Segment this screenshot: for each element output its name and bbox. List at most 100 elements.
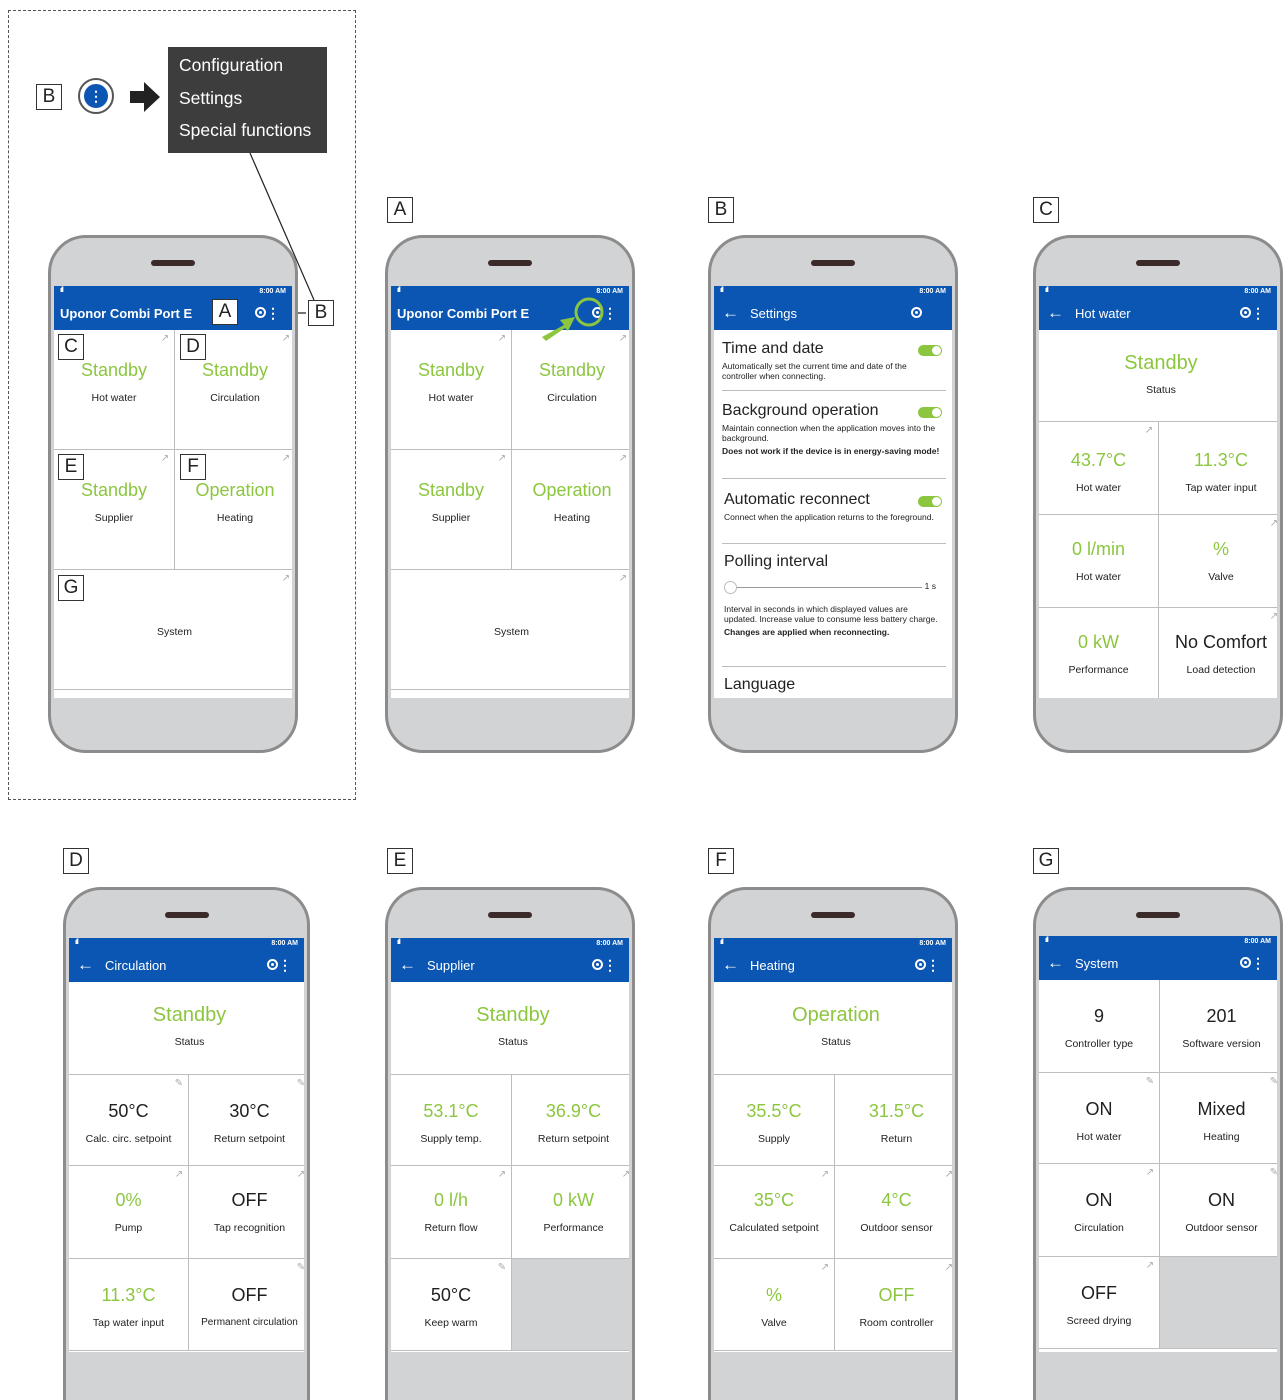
- tile-circulation[interactable]: ↗ Standby Circulation: [512, 330, 629, 450]
- tile-permanent-circulation[interactable]: ✎OFFPermanent circulation: [189, 1259, 304, 1351]
- more-vert-icon[interactable]: ⋮: [603, 956, 617, 974]
- tile-valve[interactable]: ↗%Valve: [714, 1259, 835, 1351]
- open-icon: ↗: [281, 573, 291, 584]
- tile-hot-water-flow: 0 l/min Hot water: [1039, 515, 1159, 608]
- tile-heating[interactable]: ↗ Operation Heating: [512, 450, 629, 570]
- open-icon: ↗: [1269, 612, 1277, 622]
- status-bar: ıll 8:00 AM: [714, 938, 952, 950]
- tile-hot-water[interactable]: ✎ ON Hot water: [1039, 1073, 1160, 1164]
- tile-return-setpoint[interactable]: ✎30°CReturn setpoint: [189, 1075, 304, 1166]
- signal-icon: ıll: [1045, 937, 1049, 944]
- status-bar: ıll 8:00 AM: [54, 286, 292, 298]
- toggle-time-and-date[interactable]: [918, 345, 942, 356]
- back-arrow-icon[interactable]: ←: [722, 303, 739, 323]
- back-arrow-icon[interactable]: ←: [1047, 953, 1064, 973]
- signal-icon: ıll: [397, 939, 401, 946]
- signal-icon: ıll: [720, 939, 724, 946]
- tile-hot-water[interactable]: ↗ Standby Hot water: [391, 330, 512, 450]
- tile-system[interactable]: ↗ System: [54, 570, 292, 690]
- phone-system: ıll 8:00 AM ← System ⋮ 9 Controller type 2…: [1033, 887, 1283, 1400]
- toggle-background-operation[interactable]: [918, 407, 942, 418]
- tile-supply: 35.5°C Supply: [714, 1075, 835, 1166]
- toggle-automatic-reconnect[interactable]: [918, 496, 942, 507]
- status-bar: ıll 8:00 AM: [1039, 936, 1277, 948]
- connect-icon[interactable]: [255, 307, 266, 318]
- panel-label-g: G: [1033, 848, 1059, 874]
- back-arrow-icon[interactable]: ←: [722, 955, 739, 975]
- back-arrow-icon[interactable]: ←: [399, 955, 416, 975]
- tile-load-detection[interactable]: ↗No ComfortLoad detection: [1159, 608, 1277, 698]
- setting-automatic-reconnect: Automatic reconnect Connect when the app…: [714, 491, 952, 522]
- callout-label-b: B: [308, 300, 334, 326]
- divider: [722, 666, 946, 667]
- open-icon: ↗: [497, 1169, 507, 1180]
- tile-performance[interactable]: ↗0 kWPerformance: [512, 1166, 629, 1259]
- tile-outdoor-sensor[interactable]: ✎ONOutdoor sensor: [1160, 1164, 1277, 1257]
- phone-supplier: ıll 8:00 AM ← Supplier ⋮ Standby Status 53…: [385, 887, 635, 1400]
- tile-circulation[interactable]: ↗ ON Circulation: [1039, 1164, 1160, 1257]
- tile-outdoor-sensor[interactable]: ↗4°COutdoor sensor: [835, 1166, 952, 1259]
- more-vert-icon[interactable]: ⋮: [278, 956, 292, 974]
- setting-language[interactable]: Language: [714, 676, 952, 694]
- connect-icon[interactable]: [911, 307, 922, 318]
- tile-calculated-setpoint[interactable]: ↗ 35°C Calculated setpoint: [714, 1166, 835, 1259]
- setting-background-operation: Background operation Maintain connection…: [714, 402, 952, 456]
- edit-icon: ✎: [174, 1078, 184, 1089]
- right-arrow-icon: [130, 82, 160, 112]
- app-bar: Uponor Combi Port E ⋮: [54, 298, 292, 330]
- empty-tile: [1160, 1257, 1277, 1349]
- app-bar: ← Hot water ⋮: [1039, 298, 1277, 330]
- open-icon: ↗: [1269, 519, 1277, 529]
- tile-screed-drying[interactable]: ↗ OFF Screed drying: [1039, 1257, 1160, 1349]
- connect-icon[interactable]: [267, 959, 278, 970]
- slider-thumb[interactable]: [724, 581, 737, 594]
- tile-return: 31.5°C Return: [835, 1075, 952, 1166]
- tile-hot-water-temp[interactable]: ↗ 43.7°C Hot water: [1039, 422, 1159, 515]
- connect-icon[interactable]: [915, 959, 926, 970]
- edit-icon: ✎: [1145, 1076, 1155, 1087]
- panel-label-d: D: [63, 848, 89, 874]
- tile-calc-circ-setpoint[interactable]: ✎ 50°C Calc. circ. setpoint: [69, 1075, 189, 1166]
- polling-slider[interactable]: 1 s: [724, 579, 942, 601]
- app-bar: ← Settings: [714, 298, 952, 330]
- callout-label-a: A: [212, 299, 238, 325]
- open-icon: ↗: [296, 1170, 304, 1180]
- phone-speaker: [488, 260, 532, 266]
- more-vert-icon[interactable]: ⋮: [1251, 954, 1265, 972]
- connect-icon[interactable]: [1240, 957, 1251, 968]
- tile-tap-recognition[interactable]: ↗OFFTap recognition: [189, 1166, 304, 1259]
- app-title: Uponor Combi Port E: [397, 306, 530, 321]
- highlight-arrow-icon: [542, 297, 604, 341]
- signal-icon: ıll: [75, 939, 79, 946]
- open-icon: ↗: [944, 1263, 952, 1273]
- menu-item-special-functions[interactable]: Special functions: [179, 118, 327, 151]
- open-icon: ↗: [281, 333, 291, 344]
- app-bar: ← Heating ⋮: [714, 950, 952, 982]
- menu-item-configuration[interactable]: Configuration: [179, 53, 327, 86]
- tile-keep-warm[interactable]: ✎ 50°C Keep warm: [391, 1259, 512, 1351]
- phone-hot-water: ıll 8:00 AM ← Hot water ⋮ Standby Status ↗…: [1033, 235, 1283, 753]
- signal-icon: ıll: [60, 287, 64, 294]
- tile-software-version: 201 Software version: [1160, 980, 1277, 1073]
- open-icon: ↗: [618, 573, 628, 584]
- back-arrow-icon[interactable]: ←: [1047, 303, 1064, 323]
- more-vert-icon[interactable]: ⋮: [926, 956, 940, 974]
- open-icon: ↗: [820, 1262, 830, 1273]
- status-tile: Standby Status: [391, 982, 629, 1075]
- tile-valve[interactable]: ↗%Valve: [1159, 515, 1277, 608]
- screen-title: Settings: [750, 306, 797, 321]
- menu-button-zoom[interactable]: ⋮: [78, 78, 114, 114]
- more-vert-icon[interactable]: ⋮: [1251, 304, 1265, 322]
- connect-icon[interactable]: [592, 959, 603, 970]
- menu-item-settings[interactable]: Settings: [179, 86, 327, 119]
- back-arrow-icon[interactable]: ←: [77, 955, 94, 975]
- tile-heating[interactable]: ✎MixedHeating: [1160, 1073, 1277, 1164]
- tile-room-controller[interactable]: ↗OFFRoom controller: [835, 1259, 952, 1351]
- tile-supplier[interactable]: ↗ Standby Supplier: [391, 450, 512, 570]
- more-vert-icon[interactable]: ⋮: [266, 304, 280, 322]
- tile-pump[interactable]: ↗ 0% Pump: [69, 1166, 189, 1259]
- phone-speaker: [1136, 912, 1180, 918]
- tile-return-flow[interactable]: ↗ 0 l/h Return flow: [391, 1166, 512, 1259]
- connect-icon[interactable]: [1240, 307, 1251, 318]
- tile-system[interactable]: ↗ System: [391, 570, 629, 690]
